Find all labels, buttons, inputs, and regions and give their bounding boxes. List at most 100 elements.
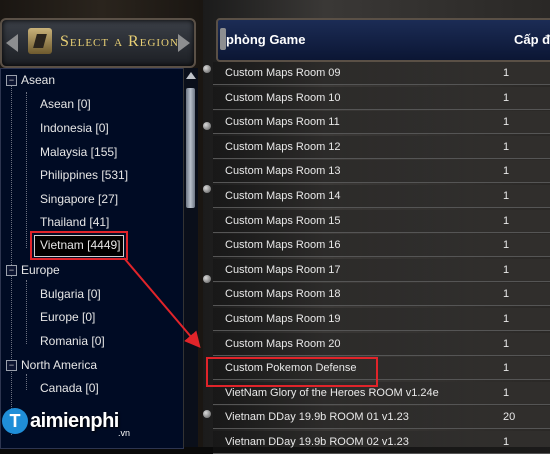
tree-group-label: Europe <box>21 263 60 277</box>
tree-item-indonesia[interactable]: Indonesia [0] <box>40 121 109 141</box>
tree-group-asean[interactable]: − Asean <box>6 73 55 93</box>
row-divider <box>213 182 550 184</box>
row-divider <box>213 108 550 110</box>
region-emblem-icon <box>28 28 52 54</box>
game-count: 1 <box>503 67 510 79</box>
scroll-left-arrow-icon[interactable] <box>6 34 18 52</box>
row-divider <box>213 428 550 430</box>
game-row[interactable]: Custom Maps Room 10 1 <box>213 86 550 110</box>
tree-item-europe[interactable]: Europe [0] <box>40 310 95 330</box>
game-count: 1 <box>503 214 510 227</box>
game-name: Custom Maps Room 14 <box>225 190 341 202</box>
highlight-annotation-box <box>206 357 378 387</box>
game-name: Custom Maps Room 13 <box>225 165 341 178</box>
row-divider <box>213 231 550 233</box>
tree-item-canada[interactable]: Canada [0] <box>40 381 99 401</box>
row-divider <box>213 84 550 85</box>
tree-item-bulgaria[interactable]: Bulgaria [0] <box>40 287 101 307</box>
game-name: Custom Maps Room 20 <box>225 337 341 350</box>
rivet-icon <box>203 185 211 193</box>
rivet-icon <box>203 65 211 73</box>
tree-item-label: Canada [0] <box>40 381 99 395</box>
tree-group-label: Asean <box>21 73 56 87</box>
tree-item-label: Europe [0] <box>40 310 96 324</box>
row-divider <box>213 157 550 159</box>
tree-connector-line <box>26 92 27 248</box>
game-count: 20 <box>503 411 516 424</box>
column-header-level[interactable]: Cấp độ đ <box>514 32 550 47</box>
scrollbar-thumb[interactable] <box>186 88 195 208</box>
game-count: 1 <box>503 313 510 325</box>
tree-item-philippines[interactable]: Philippines [531] <box>40 168 128 188</box>
game-name: Custom Maps Room 15 <box>225 214 341 227</box>
collapse-toggle-icon[interactable]: − <box>6 360 17 371</box>
game-row[interactable]: Vietnam DDay 19.9b ROOM 01 v1.23 20 <box>213 406 550 430</box>
tree-item-label: Indonesia [0] <box>40 121 109 135</box>
game-row[interactable]: Custom Maps Room 16 1 <box>213 234 550 258</box>
tree-item-label: Bulgaria [0] <box>40 287 101 301</box>
game-row[interactable]: Custom Maps Room 12 1 <box>213 135 550 159</box>
game-row[interactable]: Custom Maps Room 09 1 <box>213 62 550 85</box>
game-count: 1 <box>503 436 510 448</box>
game-row[interactable]: Custom Maps Room 19 1 <box>213 308 550 331</box>
game-name: Vietnam DDay 19.9b ROOM 01 v1.23 <box>225 411 409 424</box>
tree-item-label: Philippines [531] <box>40 168 129 182</box>
game-count: 1 <box>503 239 510 252</box>
logo-circle-icon: T <box>2 408 28 434</box>
rivet-icon <box>203 410 211 418</box>
game-row[interactable]: Vietnam DDay 19.9b ROOM 02 v1.23 1 <box>213 431 550 454</box>
tree-group-europe[interactable]: − Europe <box>6 263 60 283</box>
collapse-toggle-icon[interactable]: − <box>6 75 17 86</box>
game-count: 1 <box>503 140 510 153</box>
game-row[interactable]: Custom Maps Room 20 1 <box>213 332 550 356</box>
tree-scrollbar[interactable] <box>183 68 198 447</box>
tree-item-asean[interactable]: Asean [0] <box>40 97 91 117</box>
tree-group-label: North America <box>21 358 98 372</box>
tree-item-label: Singapore [27] <box>40 192 119 206</box>
row-divider <box>213 354 550 356</box>
game-count: 1 <box>503 386 510 399</box>
selection-annotation-box <box>30 231 128 260</box>
game-row[interactable]: Custom Maps Room 13 1 <box>213 160 550 184</box>
row-divider <box>213 305 550 307</box>
game-name: Custom Maps Room 17 <box>225 263 341 276</box>
rivet-icon <box>203 275 211 283</box>
tree-item-romania[interactable]: Romania [0] <box>40 334 105 354</box>
game-count: 1 <box>503 116 510 129</box>
game-row[interactable]: Custom Maps Room 14 1 <box>213 185 550 208</box>
tree-group-north-america[interactable]: − North America <box>6 358 97 378</box>
tree-item-label: Malaysia [155] <box>40 145 118 159</box>
game-name: Custom Maps Room 16 <box>225 239 341 252</box>
row-divider <box>213 133 550 135</box>
game-name: VietNam Glory of the Heroes ROOM v1.24e <box>225 386 439 399</box>
game-name: Custom Maps Room 18 <box>225 288 341 301</box>
region-tree: − Asean Asean [0] Indonesia [0] Malaysia … <box>0 68 184 449</box>
game-name: Custom Maps Room 10 <box>225 91 341 104</box>
game-name: Custom Maps Room 09 <box>225 67 341 79</box>
tree-connector-line <box>11 83 12 435</box>
row-divider <box>213 256 550 258</box>
game-row[interactable]: Custom Maps Room 15 1 <box>213 209 550 233</box>
collapse-toggle-icon[interactable]: − <box>6 265 17 276</box>
watermark-logo: T aimienphi .vn <box>2 406 152 438</box>
game-name: Custom Maps Room 19 <box>225 313 341 325</box>
game-row[interactable]: Custom Maps Room 17 1 <box>213 258 550 282</box>
game-row[interactable]: Custom Maps Room 11 1 <box>213 111 550 135</box>
row-divider <box>213 330 550 331</box>
row-divider <box>213 403 550 405</box>
column-header-name[interactable]: phòng Game <box>226 32 305 47</box>
game-list-header: phòng Game Cấp độ đ <box>216 18 550 62</box>
game-count: 1 <box>503 362 510 375</box>
region-panel-header: Select a Region <box>0 18 196 68</box>
game-row[interactable]: Custom Maps Room 18 1 <box>213 283 550 307</box>
scroll-right-arrow-icon[interactable] <box>178 34 190 52</box>
scroll-up-arrow-icon[interactable] <box>186 72 196 79</box>
game-count: 1 <box>503 337 510 350</box>
game-count: 1 <box>503 263 510 276</box>
tree-item-label: Romania [0] <box>40 334 105 348</box>
game-count: 1 <box>503 91 510 104</box>
tree-item-label: Asean [0] <box>40 97 91 111</box>
region-panel: Select a Region − Asean Asean [0] Indones… <box>0 0 203 449</box>
tree-item-malaysia[interactable]: Malaysia [155] <box>40 145 117 165</box>
tree-item-singapore[interactable]: Singapore [27] <box>40 192 118 212</box>
